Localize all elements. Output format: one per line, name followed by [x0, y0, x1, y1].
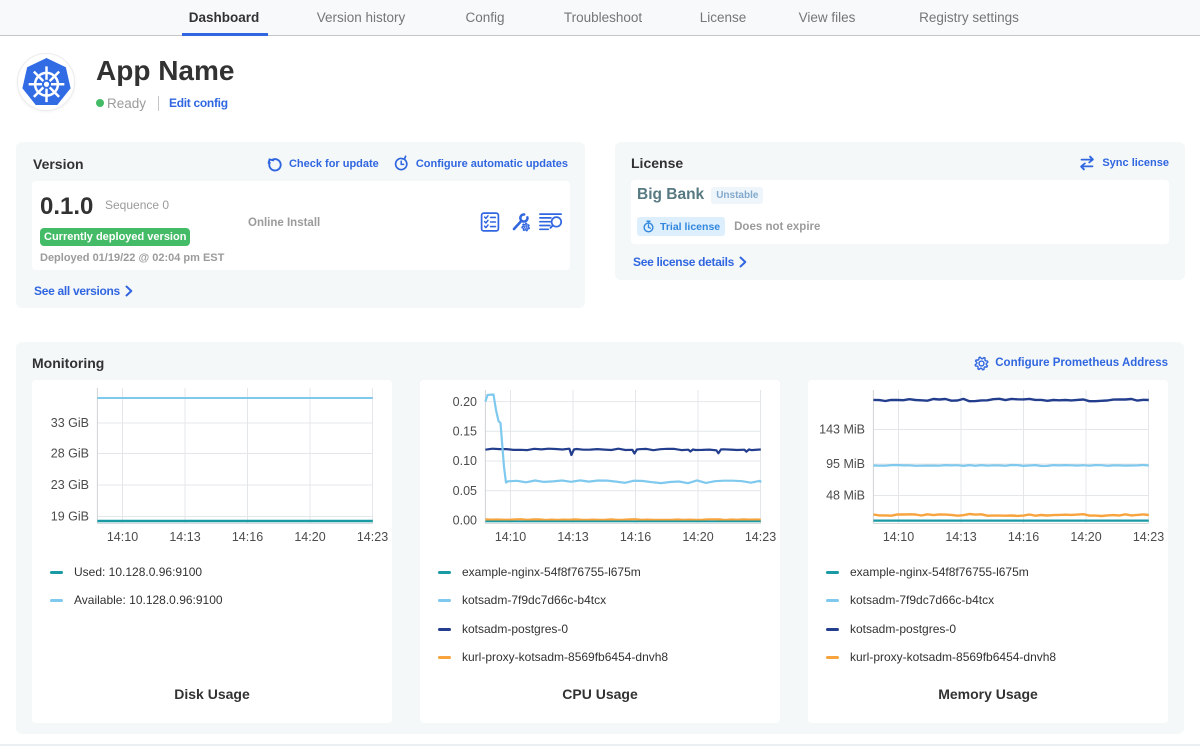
- svg-text:0.05: 0.05: [453, 484, 477, 498]
- svg-text:33 GiB: 33 GiB: [51, 416, 89, 430]
- svg-text:14:13: 14:13: [557, 530, 588, 544]
- svg-text:14:16: 14:16: [620, 530, 651, 544]
- svg-text:28 GiB: 28 GiB: [51, 447, 89, 461]
- svg-text:48 MiB: 48 MiB: [826, 489, 865, 503]
- svg-text:14:16: 14:16: [1008, 530, 1039, 544]
- svg-text:143 MiB: 143 MiB: [819, 423, 865, 437]
- svg-text:0.20: 0.20: [453, 395, 477, 409]
- svg-text:14:13: 14:13: [169, 530, 200, 544]
- svg-text:14:10: 14:10: [495, 530, 526, 544]
- svg-text:14:20: 14:20: [1070, 530, 1101, 544]
- svg-text:14:23: 14:23: [1133, 530, 1164, 544]
- svg-text:14:10: 14:10: [883, 530, 914, 544]
- svg-text:14:13: 14:13: [945, 530, 976, 544]
- svg-text:0.00: 0.00: [453, 514, 477, 528]
- svg-text:14:23: 14:23: [357, 530, 388, 544]
- svg-text:95 MiB: 95 MiB: [826, 457, 865, 471]
- svg-text:0.10: 0.10: [453, 454, 477, 468]
- svg-text:14:20: 14:20: [294, 530, 325, 544]
- svg-text:0.15: 0.15: [453, 425, 477, 439]
- svg-text:14:10: 14:10: [107, 530, 138, 544]
- svg-text:19 GiB: 19 GiB: [51, 510, 89, 524]
- svg-text:23 GiB: 23 GiB: [51, 478, 89, 492]
- svg-text:14:16: 14:16: [232, 530, 263, 544]
- svg-text:14:20: 14:20: [682, 530, 713, 544]
- svg-text:14:23: 14:23: [745, 530, 776, 544]
